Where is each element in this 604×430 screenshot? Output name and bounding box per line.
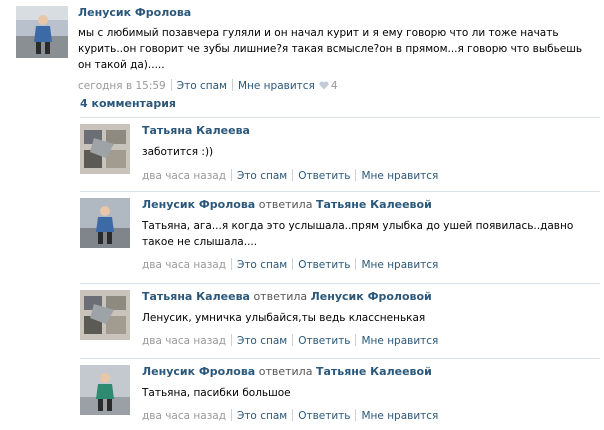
comment-author-link[interactable]: Ленусик Фролова [142,365,255,378]
like-link[interactable]: Мне нравится [361,335,438,347]
divider [355,334,357,346]
divider [230,258,232,270]
reply-verb: ответила [253,290,308,303]
comment-author-avatar[interactable] [80,198,130,248]
post-timestamp[interactable]: сегодня в 15:59 [78,80,166,92]
divider [230,169,232,181]
reply-to-link[interactable]: Ленусик Фроловой [311,290,432,303]
comment-text: Татьяна, пасибки большое [142,387,291,399]
comment-meta: два часа назад Это спам Ответить Мне нравит… [142,334,600,348]
reply-link[interactable]: Ответить [298,410,350,422]
like-link[interactable]: Мне нравится [361,170,438,182]
comment-author-avatar[interactable] [80,365,130,415]
divider [292,334,294,346]
divider [355,169,357,181]
reply-to-link[interactable]: Татьяне Калеевой [316,198,432,211]
post-text: мы с любимый позавчера гуляли и он начал… [78,27,583,71]
comment-timestamp[interactable]: два часа назад [142,170,226,182]
report-spam-link[interactable]: Это спам [237,410,287,422]
heart-icon[interactable] [319,81,329,90]
comments-count-header[interactable]: 4 комментария [80,97,176,110]
comment-author-avatar[interactable] [80,290,130,340]
divider [230,409,232,421]
report-spam-link[interactable]: Это спам [237,259,287,271]
reply-link[interactable]: Ответить [298,335,350,347]
comment-author-avatar[interactable] [80,124,130,174]
like-link[interactable]: Мне нравится [361,259,438,271]
divider [355,258,357,270]
post-meta: сегодня в 15:59 Это спам Мне нравится 4 [78,79,594,93]
comment-author-link[interactable]: Татьяна Калеева [142,290,250,303]
comment-timestamp[interactable]: два часа назад [142,410,226,422]
comment-timestamp[interactable]: два часа назад [142,335,226,347]
reply-verb: ответила [258,365,313,378]
reply-link[interactable]: Ответить [298,170,350,182]
comment-text: Ленусик, умничка улыбайся,ты ведь классн… [142,312,426,324]
reply-link[interactable]: Ответить [298,259,350,271]
comment: Ленусик Фролова ответила Татьяне Калеево… [80,191,600,272]
divider [230,334,232,346]
divider [292,409,294,421]
post-author-link[interactable]: Ленусик Фролова [78,6,594,20]
comment-meta: два часа назад Это спам Ответить Мне нравит… [142,258,600,272]
post-author-avatar[interactable] [16,6,68,58]
comment-meta: два часа назад Это спам Ответить Мне нравит… [142,409,600,423]
divider [355,409,357,421]
comment: Татьяна Калеева ответила Ленусик Фролово… [80,283,600,348]
comment-timestamp[interactable]: два часа назад [142,259,226,271]
likes-count: 4 [330,80,338,92]
divider [170,79,172,91]
report-spam-link[interactable]: Это спам [237,170,287,182]
reply-verb: ответила [258,198,313,211]
comment-text: Татьяна, ага...я когда это услышала..пря… [142,220,574,248]
like-link[interactable]: Мне нравится [238,80,315,92]
divider [231,79,233,91]
comment: Татьяна Калеева заботится :)) два часа н… [80,117,600,183]
like-link[interactable]: Мне нравится [361,410,438,422]
report-spam-link[interactable]: Это спам [177,80,227,92]
divider [292,169,294,181]
comment-text: заботится :)) [142,146,214,158]
comment-author-link[interactable]: Ленусик Фролова [142,198,255,211]
report-spam-link[interactable]: Это спам [237,335,287,347]
comment: Ленусик Фролова ответила Татьяне Калеево… [80,358,600,423]
divider [292,258,294,270]
comment-meta: два часа назад Это спам Ответить Мне нравит… [142,169,600,183]
reply-to-link[interactable]: Татьяне Калеевой [316,365,432,378]
comment-author-link[interactable]: Татьяна Калеева [142,124,250,137]
